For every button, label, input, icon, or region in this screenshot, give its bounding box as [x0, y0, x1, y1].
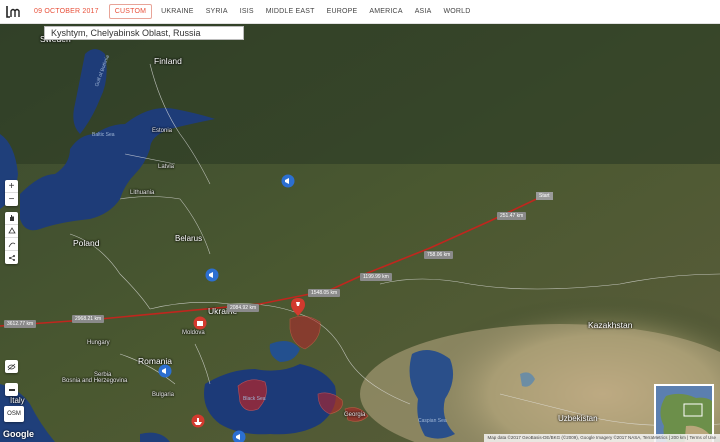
- label-estonia: Estonia: [152, 128, 173, 134]
- route-distance-label: 251.47 km: [497, 212, 527, 220]
- label-baltic-sea: Baltic Sea: [92, 132, 115, 138]
- label-poland: Poland: [73, 238, 100, 248]
- label-caspian-sea: Caspian Sea: [418, 418, 447, 424]
- tab-middle-east[interactable]: MIDDLE EAST: [266, 8, 315, 15]
- tab-syria[interactable]: SYRIA: [206, 8, 228, 15]
- megaphone-marker-icon[interactable]: [281, 174, 295, 188]
- megaphone-marker-icon[interactable]: [158, 364, 172, 378]
- tab-isis[interactable]: ISIS: [240, 8, 254, 15]
- label-latvia: Latvia: [158, 164, 175, 170]
- tab-ukraine[interactable]: UKRAINE: [161, 8, 194, 15]
- zoom-in-button[interactable]: +: [5, 180, 18, 193]
- zoom-out-button[interactable]: −: [5, 193, 18, 206]
- location-search-input[interactable]: Kyshtym, Chelyabinsk Oblast, Russia: [44, 26, 244, 40]
- route-start-label: Start: [536, 192, 553, 200]
- route-distance-label: 1548.05 km: [308, 289, 341, 297]
- label-bulgaria: Bulgaria: [152, 392, 175, 398]
- label-hungary: Hungary: [87, 340, 110, 346]
- layer-toggle: [5, 360, 18, 373]
- satellite-map[interactable]: Sweden Finland Estonia Latvia Lithuania …: [0, 24, 720, 442]
- share-icon[interactable]: [5, 251, 18, 264]
- tab-america[interactable]: AMERICA: [369, 8, 402, 15]
- label-kazakhstan: Kazakhstan: [588, 320, 633, 330]
- hand-tool-icon[interactable]: [5, 212, 18, 225]
- tab-asia[interactable]: ASIA: [415, 8, 432, 15]
- tab-europe[interactable]: EUROPE: [327, 8, 358, 15]
- minimize-icon[interactable]: [5, 383, 18, 396]
- tab-custom[interactable]: CUSTOM: [108, 4, 153, 19]
- label-moldova: Moldova: [182, 330, 205, 336]
- map-attribution[interactable]: Map data ©2017 GeoBasis-DE/BKG (©2009), …: [483, 434, 720, 442]
- megaphone-marker-icon[interactable]: [232, 430, 246, 442]
- location-pin-icon[interactable]: [291, 298, 305, 316]
- polygon-tool-icon[interactable]: [5, 225, 18, 238]
- label-lithuania: Lithuania: [130, 190, 155, 196]
- date-label[interactable]: 09 OCTOBER 2017: [34, 8, 99, 15]
- drawing-tools: [5, 212, 18, 264]
- label-finland: Finland: [154, 56, 182, 66]
- route-distance-label: 1199.99 km: [360, 273, 392, 281]
- label-georgia: Georgia: [344, 412, 366, 418]
- incident-marker-icon[interactable]: [193, 316, 207, 330]
- line-tool-icon[interactable]: [5, 238, 18, 251]
- label-italy: Italy: [10, 396, 25, 405]
- lm-logo-icon[interactable]: [0, 0, 26, 24]
- megaphone-marker-icon[interactable]: [205, 268, 219, 282]
- ship-marker-icon[interactable]: [191, 414, 205, 428]
- osm-layer-button[interactable]: OSM: [4, 406, 24, 422]
- google-logo: Google: [3, 429, 34, 439]
- hide-layer-icon[interactable]: [5, 360, 18, 373]
- route-distance-label: 3612.77 km: [4, 320, 37, 328]
- top-navigation-bar: 09 OCTOBER 2017 CUSTOM UKRAINE SYRIA ISI…: [0, 0, 720, 24]
- zoom-controls: + −: [5, 180, 18, 206]
- tab-world[interactable]: WORLD: [443, 8, 470, 15]
- label-belarus: Belarus: [175, 234, 203, 243]
- label-black-sea: Black Sea: [243, 396, 266, 402]
- route-distance-label: 2968.21 km: [72, 315, 105, 323]
- label-uzbekistan: Uzbekistan: [558, 414, 598, 423]
- route-distance-label: 758.06 km: [424, 251, 454, 259]
- collapse-toggle: [5, 383, 18, 396]
- route-distance-label: 2084.92 km: [227, 304, 260, 312]
- label-bosnia: Bosnia and Herzegovina: [62, 378, 128, 384]
